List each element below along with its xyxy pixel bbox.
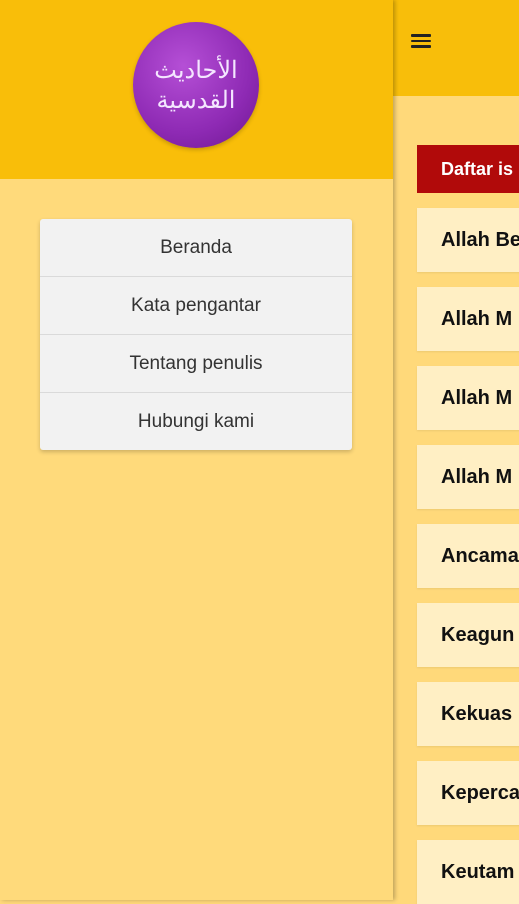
drawer-header: الأحاديث القدسية bbox=[0, 0, 393, 179]
list-item[interactable]: Keutam bbox=[417, 840, 519, 904]
drawer-menu: Beranda Kata pengantar Tentang penulis H… bbox=[40, 219, 352, 450]
list-item[interactable]: Kekuas bbox=[417, 682, 519, 746]
app-bar bbox=[393, 0, 519, 96]
logo-text-line-1: الأحاديث bbox=[154, 56, 238, 84]
list-item[interactable]: Allah M bbox=[417, 366, 519, 430]
navigation-drawer: الأحاديث القدسية Beranda Kata pengantar … bbox=[0, 0, 393, 900]
menu-item-hubungi-kami[interactable]: Hubungi kami bbox=[40, 393, 352, 450]
logo-text-line-2: القدسية bbox=[156, 86, 236, 114]
main-content: Daftar is Allah Be Allah M Allah M Allah… bbox=[393, 0, 519, 904]
list-item[interactable]: Allah Be bbox=[417, 208, 519, 272]
menu-item-beranda[interactable]: Beranda bbox=[40, 219, 352, 277]
app-logo: الأحاديث القدسية bbox=[133, 22, 259, 148]
section-label: Daftar is bbox=[417, 145, 519, 193]
list-item[interactable]: Keperca bbox=[417, 761, 519, 825]
menu-item-tentang-penulis[interactable]: Tentang penulis bbox=[40, 335, 352, 393]
menu-item-kata-pengantar[interactable]: Kata pengantar bbox=[40, 277, 352, 335]
list-item[interactable]: Ancama bbox=[417, 524, 519, 588]
list-item[interactable]: Allah M bbox=[417, 445, 519, 509]
hamburger-menu-icon[interactable] bbox=[411, 30, 433, 52]
list-item[interactable]: Keagun bbox=[417, 603, 519, 667]
list-item[interactable]: Allah M bbox=[417, 287, 519, 351]
